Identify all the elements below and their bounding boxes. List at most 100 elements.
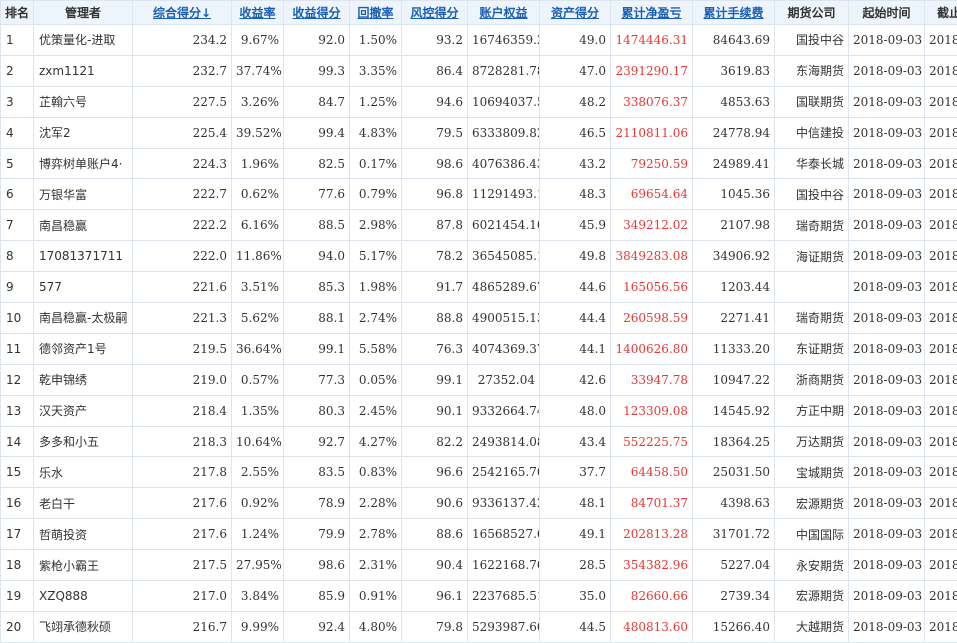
return-score-cell: 94.0 <box>283 240 350 273</box>
rank-cell: 7 <box>0 209 34 242</box>
table-row: 11 德邻资产1号 219.5 36.64% 99.1 5.58% 76.3 4074369.… <box>0 332 957 365</box>
end-time-cell: 2018-09-20 <box>924 425 957 458</box>
composite-score-cell: 218.3 <box>132 425 232 458</box>
drawdown-rate-cell: 2.45% <box>349 394 402 427</box>
manager-cell[interactable]: 577 <box>33 271 133 304</box>
manager-cell[interactable]: 多多和小五 <box>33 425 133 458</box>
manager-cell[interactable]: 乐水 <box>33 456 133 489</box>
manager-cell[interactable]: 优策量化-进取 <box>33 24 133 56</box>
account-equity-cell: 6021454.10 <box>467 209 540 242</box>
table-row: 19 XZQ888 217.0 3.84% 85.9 0.91% 96.1 2237685.5… <box>0 580 957 612</box>
return-score-cell: 85.3 <box>283 271 350 304</box>
futures-company-cell: 方正中期 <box>774 394 849 427</box>
table-row: 3芷翰六号227.53.26%84.71.25%94.610694037.564… <box>0 85 957 118</box>
return-rate-cell: 37.74% <box>231 54 284 87</box>
account-equity-cell: 10694037.56 <box>467 85 540 118</box>
manager-cell[interactable]: 飞翊承德秋硕 <box>33 610 133 643</box>
asset-score-cell: 35.0 <box>539 580 611 612</box>
manager-cell[interactable]: 德邻资产1号 <box>33 332 133 365</box>
return-rate-cell: 10.64% <box>231 425 284 458</box>
rank-cell: 15 <box>0 456 34 489</box>
cumulative-fee-cell: 84643.69 <box>692 24 775 56</box>
column-header-account-equity[interactable]: 账户权益 <box>467 0 540 25</box>
table-row: 2 zxm1121 232.7 37.74% 99.3 3.35% 86.4 8728281.… <box>0 54 957 87</box>
manager-cell[interactable]: 博弈树单账户4· <box>33 147 133 180</box>
rank-cell: 17 <box>0 518 34 551</box>
table-row: 6万银华富222.70.62%77.60.79%96.811291493.134… <box>0 178 957 211</box>
cumulative-fee-cell: 18364.25 <box>692 425 775 458</box>
manager-cell[interactable]: 哲萌投资 <box>33 518 133 551</box>
manager-cell[interactable]: 芷翰六号 <box>33 85 133 118</box>
composite-score-cell: 222.2 <box>132 209 232 242</box>
cumulative-fee-cell: 1203.44 <box>692 271 775 304</box>
column-header-asset-score[interactable]: 资产得分 <box>539 0 611 25</box>
manager-cell[interactable]: 南昌稳赢 <box>33 209 133 242</box>
account-equity-cell: 27352.04 <box>467 363 540 396</box>
end-time-cell: 2018-09-20 <box>924 147 957 180</box>
rank-cell: 18 <box>0 549 34 582</box>
start-time-cell: 2018-09-03 <box>848 209 925 242</box>
manager-cell[interactable]: 汉天资产 <box>33 394 133 427</box>
cumulative-pnl-cell: 69654.64 <box>610 178 693 211</box>
rank-cell: 11 <box>0 332 34 365</box>
risk-score-cell: 88.6 <box>401 518 468 551</box>
cumulative-pnl-cell: 552225.75 <box>610 425 693 458</box>
start-time-cell: 2018-09-03 <box>848 147 925 180</box>
end-time-cell: 2018-09-20 <box>924 302 957 334</box>
manager-cell[interactable]: 南昌稳赢-太极嗣 <box>33 302 133 334</box>
manager-cell[interactable]: 乾申锦绣 <box>33 363 133 396</box>
rank-cell: 14 <box>0 425 34 458</box>
column-header-composite-score[interactable]: 综合得分↓ <box>132 0 232 25</box>
cumulative-fee-cell: 2271.41 <box>692 302 775 334</box>
manager-cell[interactable]: zxm1121 <box>33 54 133 87</box>
column-header-return-score[interactable]: 收益得分 <box>283 0 350 25</box>
return-rate-cell: 1.35% <box>231 394 284 427</box>
rank-cell: 19 <box>0 580 34 612</box>
risk-score-cell: 91.7 <box>401 271 468 304</box>
column-header-cumulative-fee[interactable]: 累计手续费 <box>692 0 775 25</box>
column-header-drawdown-rate[interactable]: 回撤率 <box>349 0 402 25</box>
rank-cell: 12 <box>0 363 34 396</box>
drawdown-rate-cell: 3.35% <box>349 54 402 87</box>
column-header-cumulative-pnl[interactable]: 累计净盈亏 <box>610 0 693 25</box>
composite-score-cell: 217.5 <box>132 549 232 582</box>
account-equity-cell: 16568527.66 <box>467 518 540 551</box>
return-score-cell: 92.0 <box>283 24 350 56</box>
return-rate-cell: 27.95% <box>231 549 284 582</box>
return-score-cell: 92.4 <box>283 610 350 643</box>
manager-cell[interactable]: 紫枪小霸王 <box>33 549 133 582</box>
return-score-cell: 82.5 <box>283 147 350 180</box>
rank-cell: 8 <box>0 240 34 273</box>
account-equity-cell: 36545085.11 <box>467 240 540 273</box>
drawdown-rate-cell: 1.98% <box>349 271 402 304</box>
drawdown-rate-cell: 2.74% <box>349 302 402 334</box>
end-time-cell: 2018-09-20 <box>924 24 957 56</box>
composite-score-cell: 225.4 <box>132 116 232 149</box>
cumulative-fee-cell: 34906.92 <box>692 240 775 273</box>
cumulative-pnl-cell: 3849283.08 <box>610 240 693 273</box>
futures-company-cell: 国联期货 <box>774 85 849 118</box>
end-time-cell: 2018-09-20 <box>924 271 957 304</box>
manager-cell[interactable]: 沈军2 <box>33 116 133 149</box>
end-time-cell: 2018-09-20 <box>924 363 957 396</box>
manager-cell[interactable]: 老白干 <box>33 487 133 520</box>
column-header-return-rate[interactable]: 收益率 <box>231 0 284 25</box>
end-time-cell: 2018-09-20 <box>924 85 957 118</box>
manager-cell[interactable]: XZQ888 <box>33 580 133 612</box>
return-rate-cell: 3.51% <box>231 271 284 304</box>
return-rate-cell: 39.52% <box>231 116 284 149</box>
futures-company-cell: 瑞奇期货 <box>774 209 849 242</box>
manager-cell[interactable]: 万银华富 <box>33 178 133 211</box>
asset-score-cell: 48.2 <box>539 85 611 118</box>
drawdown-rate-cell: 5.17% <box>349 240 402 273</box>
column-header-start-time: 起始时间 <box>848 0 925 25</box>
end-time-cell: 2018-09-20 <box>924 209 957 242</box>
column-header-risk-score[interactable]: 风控得分 <box>401 0 468 25</box>
futures-company-cell: 宏源期货 <box>774 580 849 612</box>
end-time-cell: 2018-09-20 <box>924 240 957 273</box>
cumulative-pnl-cell: 1474446.31 <box>610 24 693 56</box>
composite-score-cell: 217.8 <box>132 456 232 489</box>
manager-cell[interactable]: 17081371711 <box>33 240 133 273</box>
return-score-cell: 98.6 <box>283 549 350 582</box>
risk-score-cell: 88.8 <box>401 302 468 334</box>
